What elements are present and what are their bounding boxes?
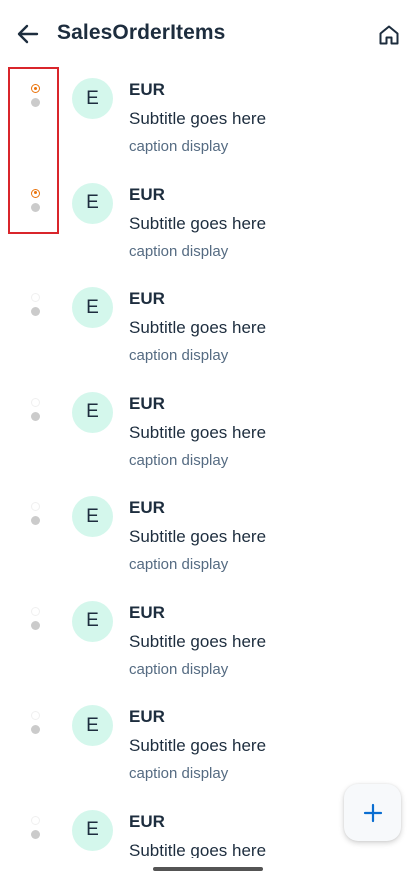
status-dot-primary: [31, 502, 40, 511]
status-indicators: [28, 814, 42, 842]
item-subtitle: Subtitle goes here: [129, 840, 267, 859]
status-dot-secondary: [31, 829, 40, 839]
item-caption: caption display: [129, 242, 229, 260]
avatar: E: [72, 182, 113, 224]
item-caption: caption display: [129, 556, 229, 573]
status-dot-secondary: [31, 202, 40, 212]
status-dot-primary: [31, 293, 40, 302]
status-indicators: [28, 187, 42, 215]
add-item-button[interactable]: [344, 784, 401, 841]
item-subtitle: Subtitle goes here: [129, 213, 267, 233]
status-dot-primary: [31, 606, 40, 616]
status-indicators: [28, 291, 42, 319]
item-caption: caption display: [129, 138, 229, 155]
avatar: E: [72, 78, 113, 119]
item-title: EUR: [129, 289, 165, 308]
list-item[interactable]: E EUR Subtitle goes here caption display: [0, 277, 420, 382]
back-button[interactable]: [12, 17, 44, 51]
list-item[interactable]: E EUR Subtitle goes here caption display: [0, 173, 420, 278]
sales-order-items-list: E EUR Subtitle goes here caption display E EU…: [0, 68, 420, 858]
plus-icon: [363, 803, 382, 822]
page-title: SalesOrderItems: [57, 21, 226, 44]
list-item[interactable]: E EUR Subtitle goes here caption display: [0, 486, 420, 591]
item-title: EUR: [129, 707, 165, 726]
avatar: E: [72, 391, 113, 433]
status-dot-secondary: [31, 516, 40, 525]
item-title: EUR: [129, 393, 165, 413]
item-subtitle: Subtitle goes here: [129, 527, 267, 546]
item-caption: caption display: [129, 347, 229, 364]
status-dot-secondary: [31, 307, 40, 316]
status-dot-secondary: [31, 620, 40, 630]
status-dot-primary: [31, 84, 40, 93]
item-title: EUR: [129, 498, 165, 517]
avatar: E: [72, 600, 113, 642]
list-item[interactable]: E EUR Subtitle goes here caption display: [0, 68, 420, 173]
item-title: EUR: [129, 602, 165, 622]
item-title: EUR: [129, 811, 165, 831]
status-indicators: [28, 605, 42, 633]
avatar: E: [72, 496, 113, 537]
status-dot-primary: [31, 397, 40, 407]
list-item[interactable]: E EUR Subtitle goes here caption display: [0, 382, 420, 487]
item-subtitle: Subtitle goes here: [129, 736, 267, 755]
item-subtitle: Subtitle goes here: [129, 318, 267, 337]
status-dot-primary: [31, 188, 40, 198]
avatar: E: [72, 705, 113, 746]
list-item[interactable]: E EUR Subtitle goes here caption display: [0, 591, 420, 696]
item-subtitle: Subtitle goes here: [129, 631, 267, 651]
avatar: E: [72, 287, 113, 328]
home-icon: [379, 25, 399, 45]
status-dot-secondary: [31, 725, 40, 734]
item-title: EUR: [129, 184, 165, 204]
status-indicators: [28, 709, 42, 737]
item-subtitle: Subtitle goes here: [129, 422, 267, 442]
home-button[interactable]: [372, 18, 406, 52]
status-dot-secondary: [31, 98, 40, 107]
item-caption: caption display: [129, 765, 229, 782]
item-subtitle: Subtitle goes here: [129, 109, 267, 128]
status-dot-secondary: [31, 411, 40, 421]
item-title: EUR: [129, 80, 165, 99]
item-caption: caption display: [129, 451, 229, 469]
status-dot-primary: [31, 815, 40, 825]
status-indicators: [28, 500, 42, 528]
avatar: E: [72, 809, 113, 851]
home-indicator: [153, 867, 263, 871]
arrow-left-icon: [17, 24, 39, 44]
item-caption: caption display: [129, 660, 229, 678]
status-indicators: [28, 396, 42, 424]
status-dot-primary: [31, 711, 40, 720]
app-bar: SalesOrderItems: [0, 0, 420, 68]
status-indicators: [28, 82, 42, 110]
